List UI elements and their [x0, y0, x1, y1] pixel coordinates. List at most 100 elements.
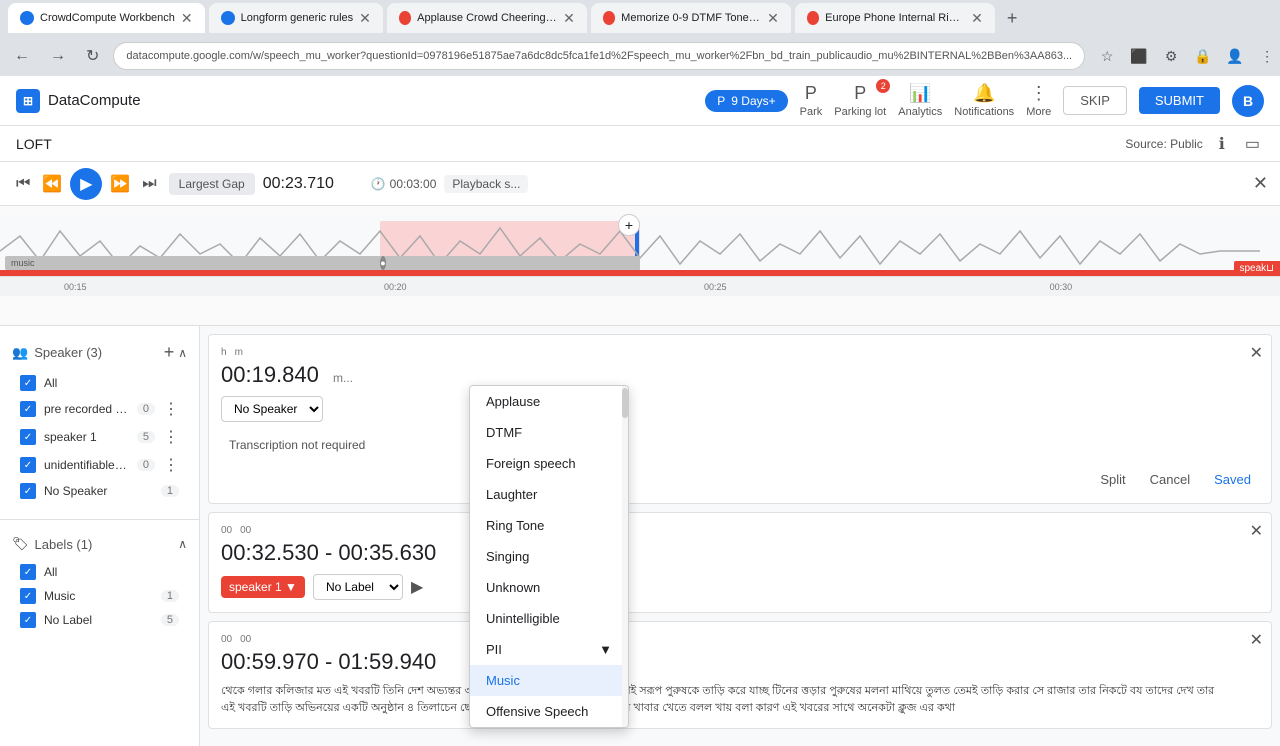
- segment-3-close-button[interactable]: ✕: [1250, 630, 1263, 650]
- seg2-unit2: 00: [240, 525, 251, 536]
- reload-button[interactable]: ↻: [80, 42, 105, 70]
- speaker-item-unidentifiable[interactable]: ✓ unidentifiable speak... 0 ⋮: [12, 451, 187, 479]
- play-button[interactable]: ▶: [70, 168, 102, 200]
- label-nolabel-label: No Label: [44, 613, 153, 627]
- transcription-note: Transcription not required: [229, 438, 365, 452]
- profile-icon[interactable]: 👤: [1221, 42, 1249, 70]
- speaker-unidentifiable-count: 0: [137, 459, 155, 471]
- more-button[interactable]: ⋮ More: [1026, 83, 1051, 118]
- speaker-prerecorded-checkbox[interactable]: ✓: [20, 401, 36, 417]
- segment-2-close-button[interactable]: ✕: [1250, 521, 1263, 541]
- speaker-item-all[interactable]: ✓ All: [12, 371, 187, 395]
- info-button[interactable]: ℹ: [1215, 130, 1229, 158]
- analytics-icon: 📊: [909, 83, 931, 104]
- tab-close-3[interactable]: ✕: [563, 10, 575, 27]
- segment-label-bar: music: [5, 256, 640, 270]
- current-time-display: 00:23.710: [263, 175, 363, 193]
- bell-icon: 🔔: [973, 83, 995, 104]
- points-label: 9 Days+: [731, 94, 775, 108]
- park-button[interactable]: P Park: [800, 83, 823, 118]
- tab-crowdcompute[interactable]: CrowdCompute Workbench ✕: [8, 3, 205, 33]
- speaker-all-label: All: [44, 376, 179, 390]
- logo-text: ⊞: [23, 94, 33, 108]
- extension-icon-2[interactable]: ⚙: [1157, 42, 1185, 70]
- speaker-prerecorded-menu-icon[interactable]: ⋮: [163, 399, 179, 419]
- speaker-item-prerecorded[interactable]: ✓ pre recorded speak... 0 ⋮: [12, 395, 187, 423]
- skip-back-button[interactable]: ⏮: [12, 171, 34, 197]
- add-speaker-button[interactable]: +: [164, 342, 175, 363]
- timeline-0020: 00:20: [384, 282, 407, 292]
- tab-close-5[interactable]: ✕: [971, 10, 983, 27]
- menu-icon[interactable]: ⋮: [1253, 42, 1280, 70]
- segment-2-speaker-select[interactable]: speaker 1 ▼: [221, 576, 305, 598]
- task-name: LOFT: [16, 136, 52, 152]
- segment-2-label-select[interactable]: No Label: [313, 574, 403, 600]
- user-avatar[interactable]: B: [1232, 85, 1264, 117]
- tab-favicon-5: [807, 11, 819, 25]
- segment-2-time-display: 00:32.530 - 00:35.630: [221, 540, 436, 565]
- tab-europe[interactable]: Europe Phone Internal Ringing ... ✕: [795, 3, 995, 33]
- speaker-unidentifiable-menu-icon[interactable]: ⋮: [163, 455, 179, 475]
- back-button[interactable]: ←: [8, 43, 36, 69]
- tab-dtmf[interactable]: Memorize 0-9 DTMF Tones - Yo... ✕: [591, 3, 791, 33]
- video-button[interactable]: ▭: [1241, 130, 1264, 158]
- speaker-prerecorded-count: 0: [137, 403, 155, 415]
- label-music-checkbox[interactable]: ✓: [20, 588, 36, 604]
- points-badge[interactable]: P 9 Days+: [705, 90, 787, 112]
- tab-close-1[interactable]: ✕: [181, 10, 193, 27]
- label-item-nolabel[interactable]: ✓ No Label 5: [12, 608, 187, 632]
- speaker-1-checkbox[interactable]: ✓: [20, 429, 36, 445]
- parking-lot-button[interactable]: P 2 Parking lot: [834, 83, 886, 118]
- skip-forward-button[interactable]: ⏭: [138, 171, 160, 197]
- playback-bar: ⏮ ⏪ ▶ ⏩ ⏭ Largest Gap 00:23.710 🕐 00:03:…: [0, 162, 1280, 206]
- speaker-1-menu-icon[interactable]: ⋮: [163, 427, 179, 447]
- collapse-label-button[interactable]: ∧: [178, 537, 187, 551]
- browser-chrome: CrowdCompute Workbench ✕ Longform generi…: [0, 0, 1280, 36]
- bookmark-icon[interactable]: ☆: [1093, 42, 1121, 70]
- segment-1-speaker-select[interactable]: No Speaker: [221, 396, 323, 422]
- label-all-checkbox[interactable]: ✓: [20, 564, 36, 580]
- duration-info: 🕐 00:03:00: [371, 177, 437, 191]
- speaker-all-checkbox[interactable]: ✓: [20, 375, 36, 391]
- new-tab-button[interactable]: +: [999, 8, 1026, 29]
- extension-icon-3[interactable]: 🔒: [1189, 42, 1217, 70]
- next-button[interactable]: ⏩: [106, 170, 134, 198]
- address-bar[interactable]: datacompute.google.com/w/speech_mu_worke…: [113, 42, 1085, 70]
- cancel-button[interactable]: Cancel: [1142, 468, 1198, 491]
- segment-1-transcription: Transcription not required: [221, 430, 1259, 460]
- segment-2-play-button[interactable]: ▶: [411, 577, 423, 597]
- tab-close-4[interactable]: ✕: [767, 10, 779, 27]
- park-label: Park: [800, 106, 823, 118]
- skip-button[interactable]: SKIP: [1063, 86, 1127, 115]
- label-nolabel-checkbox[interactable]: ✓: [20, 612, 36, 628]
- notifications-button[interactable]: 🔔 Notifications: [954, 83, 1014, 118]
- waveform-wrapper[interactable]: // Draw waveform bars - will be rendered…: [0, 206, 1280, 296]
- waveform-close-button[interactable]: ✕: [1253, 173, 1268, 194]
- analytics-button[interactable]: 📊 Analytics: [898, 83, 942, 118]
- prev-button[interactable]: ⏪: [38, 170, 66, 198]
- tab-longform[interactable]: Longform generic rules ✕: [209, 3, 383, 33]
- split-button[interactable]: Split: [1092, 468, 1133, 491]
- tab-label-4: Memorize 0-9 DTMF Tones - Yo...: [621, 12, 761, 24]
- zoom-in-button[interactable]: +: [618, 214, 640, 236]
- tab-applause[interactable]: Applause Crowd Cheering soun... ✕: [387, 3, 587, 33]
- segment-3-time-display: 00:59.970 - 01:59.940: [221, 649, 436, 674]
- more-icon: ⋮: [1030, 83, 1048, 104]
- tab-close-2[interactable]: ✕: [359, 10, 371, 27]
- label-item-all[interactable]: ✓ All: [12, 560, 187, 584]
- speaker-nospeaker-checkbox[interactable]: ✓: [20, 483, 36, 499]
- speaker-item-1[interactable]: ✓ speaker 1 5 ⋮: [12, 423, 187, 451]
- timeline-0015: 00:15: [64, 282, 87, 292]
- forward-button[interactable]: →: [44, 43, 72, 69]
- segment-1-close-button[interactable]: ✕: [1250, 343, 1263, 363]
- speaker-unidentifiable-checkbox[interactable]: ✓: [20, 457, 36, 473]
- submit-button[interactable]: SUBMIT: [1139, 87, 1220, 114]
- saved-button[interactable]: Saved: [1206, 468, 1259, 491]
- label-item-music[interactable]: ✓ Music 1: [12, 584, 187, 608]
- speaker-item-nospeaker[interactable]: ✓ No Speaker 1: [12, 479, 187, 503]
- collapse-speaker-button[interactable]: ∧: [178, 342, 187, 363]
- speaker-section-header: 👥 Speaker (3) + ∧: [12, 342, 187, 363]
- largest-gap-button[interactable]: Largest Gap: [169, 173, 255, 195]
- sidebar: 👥 Speaker (3) + ∧ ✓ All ✓ pre recorded s…: [0, 326, 200, 746]
- extension-icon-1[interactable]: ⬛: [1125, 42, 1153, 70]
